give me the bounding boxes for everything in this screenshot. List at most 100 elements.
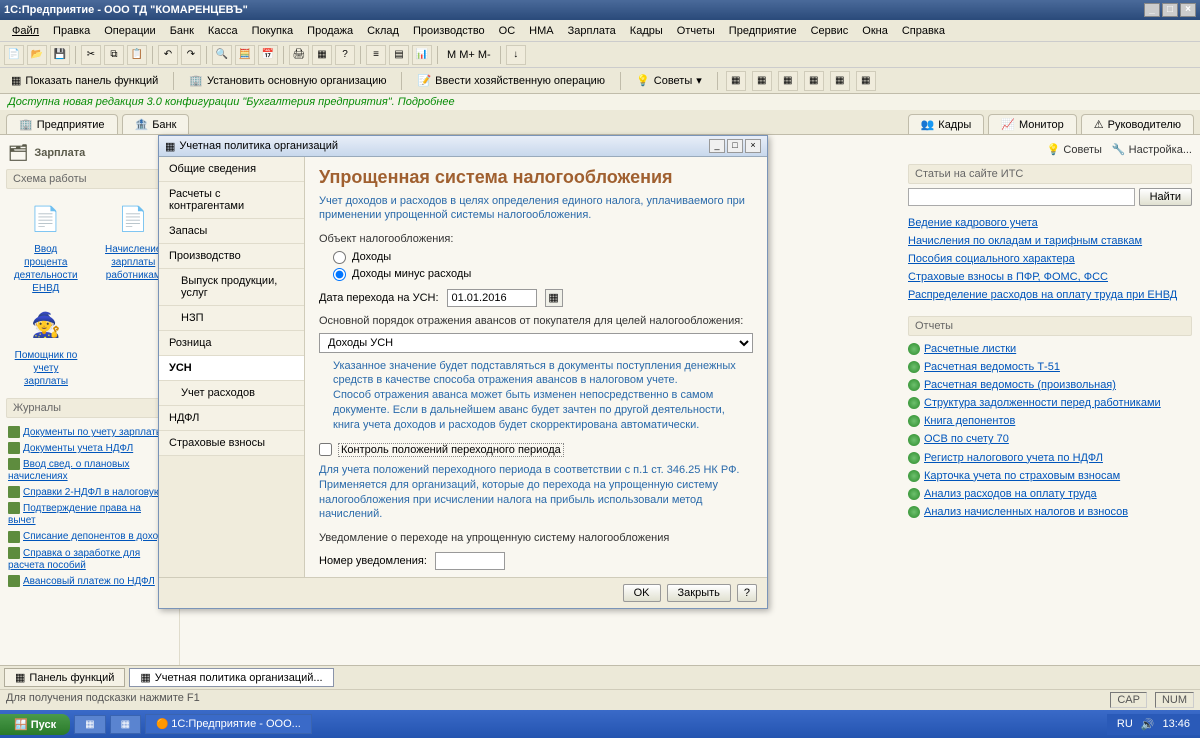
report-link[interactable]: Расчетная ведомость (произвольная)	[924, 379, 1116, 391]
menu-salary[interactable]: Зарплата	[562, 23, 622, 39]
ok-button[interactable]: OK	[623, 584, 661, 602]
tb-arrow-icon[interactable]: ↓	[506, 45, 526, 65]
journal-link[interactable]: Списание депонентов в доходы	[23, 531, 171, 542]
tb-cut-icon[interactable]: ✂	[81, 45, 101, 65]
dialog-min-button[interactable]: _	[709, 139, 725, 153]
usn-date-input[interactable]	[447, 289, 537, 307]
transition-checkbox[interactable]	[319, 443, 332, 456]
set-org-button[interactable]: 🏢 Установить основную организацию	[182, 71, 393, 90]
menu-stock[interactable]: Склад	[361, 23, 405, 39]
menu-help[interactable]: Справка	[896, 23, 951, 39]
maximize-button[interactable]: □	[1162, 3, 1178, 17]
clock[interactable]: 13:46	[1162, 718, 1190, 730]
tb-ex6-icon[interactable]: ▦	[856, 71, 876, 91]
update-banner[interactable]: Доступна новая редакция 3.0 конфигурации…	[0, 94, 1200, 110]
tab-manager[interactable]: ⚠ Руководителю	[1081, 114, 1194, 134]
tb-form-icon[interactable]: ▦	[312, 45, 332, 65]
app-task-button[interactable]: 🟠 1С:Предприятие - ООО...	[145, 714, 312, 734]
tb-chart-icon[interactable]: 📊	[412, 45, 432, 65]
tb-copy-icon[interactable]: ⧉	[104, 45, 124, 65]
menu-windows[interactable]: Окна	[856, 23, 894, 39]
tray-icon[interactable]: 🔊	[1141, 718, 1155, 731]
salary-link[interactable]: Начисление зарплаты работникам	[100, 243, 168, 282]
report-link[interactable]: ОСВ по счету 70	[924, 433, 1009, 445]
nav-retail[interactable]: Розница	[159, 331, 304, 356]
tb-ex2-icon[interactable]: ▦	[752, 71, 772, 91]
its-link[interactable]: Страховые взносы в ПФР, ФОМС, ФСС	[908, 271, 1108, 283]
menu-staff[interactable]: Кадры	[624, 23, 669, 39]
journal-link[interactable]: Документы учета НДФЛ	[23, 443, 133, 454]
nav-usn[interactable]: УСН	[159, 356, 304, 381]
tb-undo-icon[interactable]: ↶	[158, 45, 178, 65]
tb-help-icon[interactable]: ?	[335, 45, 355, 65]
close-button[interactable]: ×	[1180, 3, 1196, 17]
tb-new-icon[interactable]: 📄	[4, 45, 24, 65]
nav-insurance[interactable]: Страховые взносы	[159, 431, 304, 456]
report-link[interactable]: Регистр налогового учета по НДФЛ	[924, 452, 1103, 464]
report-link[interactable]: Расчетные листки	[924, 343, 1016, 355]
menu-bank[interactable]: Банк	[164, 23, 200, 39]
its-link[interactable]: Ведение кадрового учета	[908, 217, 1038, 229]
nav-nzp[interactable]: НЗП	[159, 306, 304, 331]
tab-bank[interactable]: 🏦 Банк	[122, 114, 190, 134]
envd-link[interactable]: Ввод процента деятельности ЕНВД	[12, 243, 80, 295]
tab-company[interactable]: 🏢 Предприятие	[6, 114, 118, 134]
nav-ndfl[interactable]: НДФЛ	[159, 406, 304, 431]
dialog-max-button[interactable]: □	[727, 139, 743, 153]
close-button[interactable]: Закрыть	[667, 584, 731, 602]
minimize-button[interactable]: _	[1144, 3, 1160, 17]
nav-contragents[interactable]: Расчеты с контрагентами	[159, 182, 304, 219]
menu-edit[interactable]: Правка	[47, 23, 96, 39]
journal-link[interactable]: Ввод свед. о плановых начислениях	[8, 459, 130, 482]
menu-buy[interactable]: Покупка	[246, 23, 300, 39]
report-link[interactable]: Карточка учета по страховым взносам	[924, 470, 1120, 482]
tb-open-icon[interactable]: 📂	[27, 45, 47, 65]
menu-os[interactable]: ОС	[493, 23, 522, 39]
menu-prod[interactable]: Производство	[407, 23, 491, 39]
tb-save-icon[interactable]: 💾	[50, 45, 70, 65]
menu-sell[interactable]: Продажа	[301, 23, 359, 39]
income-radio[interactable]	[333, 251, 346, 264]
tb-redo-icon[interactable]: ↷	[181, 45, 201, 65]
tb-ex1-icon[interactable]: ▦	[726, 71, 746, 91]
nav-stock[interactable]: Запасы	[159, 219, 304, 244]
nav-production[interactable]: Производство	[159, 244, 304, 269]
dialog-close-button[interactable]: ×	[745, 139, 761, 153]
menu-file[interactable]: Файл	[6, 23, 45, 39]
nav-output[interactable]: Выпуск продукции, услуг	[159, 269, 304, 306]
report-link[interactable]: Расчетная ведомость Т-51	[924, 361, 1060, 373]
its-link[interactable]: Распределение расходов на оплату труда п…	[908, 289, 1177, 301]
tb-ex5-icon[interactable]: ▦	[830, 71, 850, 91]
its-link[interactable]: Пособия социального характера	[908, 253, 1075, 265]
journal-link[interactable]: Документы по учету зарплаты	[23, 427, 163, 438]
journal-link[interactable]: Справка о заработке для расчета пособий	[8, 548, 140, 571]
settings-link[interactable]: 🔧 Настройка...	[1112, 143, 1192, 156]
menu-ops[interactable]: Операции	[98, 23, 161, 39]
date-picker-button[interactable]: ▦	[545, 289, 563, 307]
enter-op-button[interactable]: 📝 Ввести хозяйственную операцию	[410, 71, 612, 90]
tab-monitor[interactable]: 📈 Монитор	[988, 114, 1076, 134]
its-search-input[interactable]	[908, 188, 1135, 206]
tb-paste-icon[interactable]: 📋	[127, 45, 147, 65]
tips-link[interactable]: 💡 Советы	[1047, 143, 1102, 156]
tb-list-icon[interactable]: ≡	[366, 45, 386, 65]
tb-ex4-icon[interactable]: ▦	[804, 71, 824, 91]
notify-num-input[interactable]	[435, 552, 505, 570]
menu-company[interactable]: Предприятие	[723, 23, 803, 39]
advance-select[interactable]: Доходы УСН	[319, 333, 753, 353]
tb-find-icon[interactable]: 🔍	[212, 45, 232, 65]
journal-link[interactable]: Подтверждение права на вычет	[8, 503, 141, 526]
policy-task-button[interactable]: ▦ Учетная политика организаций...	[129, 668, 333, 687]
panel-task-button[interactable]: ▦ Панель функций	[4, 668, 125, 687]
tab-staff[interactable]: 👥 Кадры	[908, 114, 985, 134]
tb-calendar-icon[interactable]: 📅	[258, 45, 278, 65]
its-link[interactable]: Начисления по окладам и тарифным ставкам	[908, 235, 1142, 247]
start-button[interactable]: 🪟 Пуск	[0, 714, 70, 735]
journal-link[interactable]: Справки 2-НДФЛ в налоговую	[23, 487, 161, 498]
menu-nma[interactable]: НМА	[523, 23, 559, 39]
lang-indicator[interactable]: RU	[1117, 718, 1133, 730]
quicklaunch-icon[interactable]: ▦	[74, 715, 105, 734]
report-link[interactable]: Анализ начисленных налогов и взносов	[924, 506, 1128, 518]
find-button[interactable]: Найти	[1139, 188, 1192, 206]
show-panel-button[interactable]: ▦ Показать панель функций	[4, 71, 165, 90]
